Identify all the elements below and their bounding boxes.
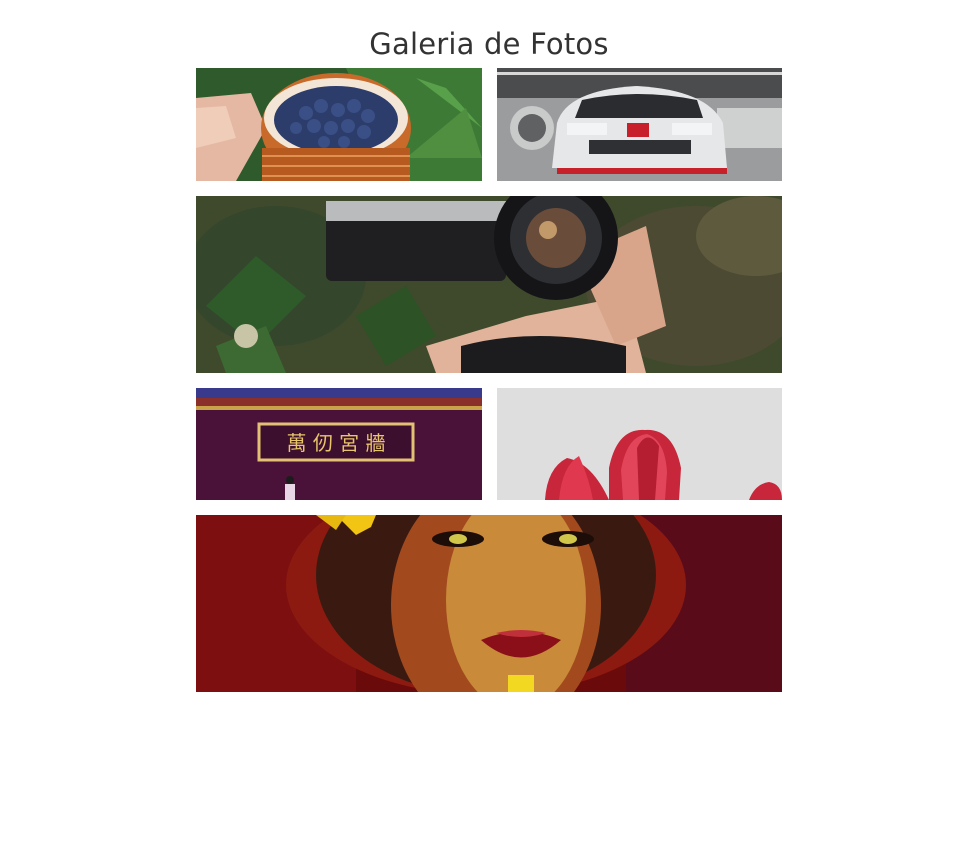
photo-blueberries[interactable] <box>196 68 482 181</box>
car-image <box>497 68 782 181</box>
temple-image: 萬 仞 宮 牆 <box>196 388 482 500</box>
page-title: Galeria de Fotos <box>369 27 609 61</box>
photo-tulips[interactable] <box>497 388 782 500</box>
blueberries-image <box>196 68 482 181</box>
photo-portrait[interactable] <box>196 515 782 692</box>
temple-sign-text: 萬 仞 宮 牆 <box>286 431 385 455</box>
photo-camera[interactable] <box>196 196 782 373</box>
photo-car[interactable] <box>497 68 782 181</box>
tulips-image <box>497 388 782 500</box>
camera-image <box>196 196 782 373</box>
photo-temple[interactable]: 萬 仞 宮 牆 <box>196 388 482 500</box>
portrait-image <box>196 515 782 692</box>
